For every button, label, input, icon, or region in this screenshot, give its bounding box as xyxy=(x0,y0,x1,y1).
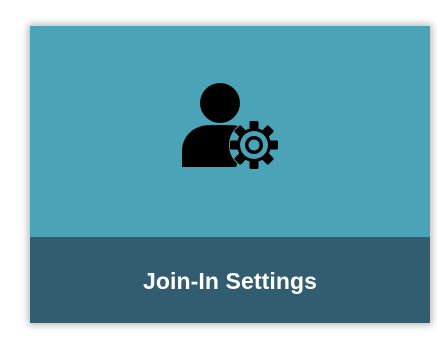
tile-label-bar: Join-In Settings xyxy=(30,237,430,323)
page-canvas: Join-In Settings xyxy=(0,0,437,342)
user-settings-icon xyxy=(178,81,288,191)
tile-label: Join-In Settings xyxy=(142,267,318,294)
join-in-settings-tile[interactable]: Join-In Settings xyxy=(30,26,430,323)
tile-icon-area xyxy=(30,26,430,237)
